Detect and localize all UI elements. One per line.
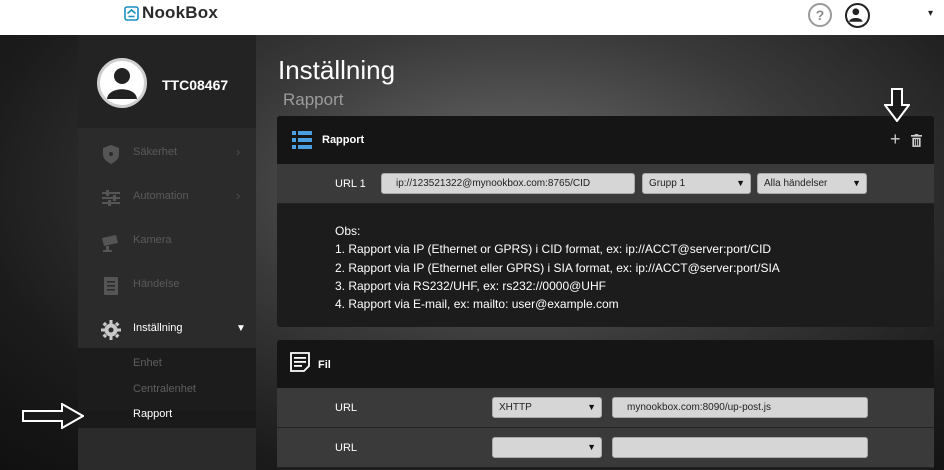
sub-nav: Enhet Centralenhet Rapport [78, 348, 256, 428]
chevron-down-icon[interactable]: ▾ [928, 8, 933, 19]
sub-item-enhet[interactable]: Enhet [133, 357, 162, 369]
notes-heading: Obs: [335, 224, 361, 238]
fil-panel-header: Fil [277, 340, 934, 388]
group-select[interactable]: Grupp 1 ▼ [642, 173, 751, 194]
sidebar-item-label: Säkerhet [133, 146, 178, 158]
chevron-down-icon: ▼ [587, 442, 596, 452]
trash-icon[interactable] [911, 134, 922, 147]
sidebar-item-kamera[interactable]: Kamera [78, 220, 256, 264]
fil-panel-title: Fil [318, 359, 331, 371]
notes-line: 3. Rapport via RS232/UHF, ex: rs232://00… [335, 278, 606, 293]
profile-card: TTC08467 [78, 35, 256, 128]
url-input[interactable]: ip://123521322@mynookbox.com:8765/CID [381, 173, 635, 194]
shield-icon [103, 145, 119, 164]
user-icon [107, 68, 137, 99]
help-button[interactable]: ? [808, 3, 832, 27]
sidebar-item-automation[interactable]: Automation › [78, 176, 256, 220]
method-select[interactable]: XHTTP ▼ [492, 397, 602, 418]
event-select-value: Alla händelser [764, 178, 828, 189]
arrow-down-icon [884, 88, 910, 122]
page-title: Inställning [278, 55, 396, 85]
add-button[interactable]: + [890, 129, 901, 150]
url-label: URL [335, 442, 358, 454]
list-icon [104, 277, 118, 295]
url-input[interactable]: mynookbox.com:8090/up-post.js [612, 397, 868, 418]
brand-name: NookBox [142, 3, 219, 22]
document-icon [290, 352, 310, 372]
rapport-panel: Rapport + URL 1 ip://123521322@mynookbox… [277, 116, 934, 327]
user-icon [849, 8, 863, 22]
method-select[interactable]: ▼ [492, 437, 602, 458]
sub-item-centralenhet[interactable]: Centralenhet [133, 383, 196, 395]
fil-url-row: URL XHTTP ▼ mynookbox.com:8090/up-post.j… [277, 388, 934, 428]
sub-item-rapport[interactable]: Rapport [133, 408, 172, 420]
brand-logo[interactable]: NookBox [124, 3, 218, 23]
notes-line: 4. Rapport via E-mail, ex: mailto: user@… [335, 297, 619, 312]
sidebar-item-label: Inställning [133, 322, 183, 334]
url-label: URL 1 [335, 178, 366, 190]
rapport-panel-title: Rapport [322, 134, 365, 146]
sidebar-item-handelse[interactable]: Händelse [78, 264, 256, 308]
url-input[interactable] [612, 437, 868, 458]
sidebar-item-label: Automation [133, 190, 189, 202]
rapport-panel-header: Rapport + [277, 116, 934, 164]
sliders-icon [102, 190, 120, 206]
camera-icon [102, 235, 118, 252]
page-subtitle: Rapport [283, 90, 344, 109]
notes-line: 1. Rapport via IP (Ethernet or GPRS) i C… [335, 242, 772, 257]
username: TTC08467 [162, 77, 229, 93]
sidebar-item-sakerhet[interactable]: Säkerhet › [78, 132, 256, 176]
chevron-down-icon: ▼ [587, 402, 596, 412]
notes-line: 2. Rapport via IP (Ethernet eller GPRS) … [335, 260, 780, 275]
chevron-down-icon: ▼ [736, 178, 745, 188]
gear-icon [101, 320, 121, 340]
avatar [97, 58, 147, 108]
chevron-right-icon: › [236, 188, 241, 203]
sidebar-item-label: Kamera [133, 234, 172, 246]
chevron-right-icon: › [236, 144, 241, 159]
url-row: URL 1 ip://123521322@mynookbox.com:8765/… [277, 164, 934, 204]
notes-text: Obs: 1. Rapport via IP (Ethernet or GPRS… [335, 222, 780, 313]
sidebar-item-installning[interactable]: Inställning ▼ [78, 308, 256, 352]
fil-panel: Fil URL XHTTP ▼ mynookbox.com:8090/up-po… [277, 340, 934, 470]
top-bar: NookBox ? ▾ [0, 0, 944, 35]
arrow-right-icon [22, 403, 84, 429]
sidebar: TTC08467 Säkerhet › Automation › Kamera [78, 35, 256, 470]
sidebar-item-label: Händelse [133, 278, 180, 290]
chevron-down-icon: ▼ [236, 323, 246, 334]
user-avatar-button[interactable] [845, 3, 870, 28]
url-label: URL [335, 402, 358, 414]
chevron-down-icon: ▼ [852, 178, 861, 188]
fil-url-row: URL ▼ [277, 428, 934, 468]
house-icon [124, 5, 139, 21]
list-icon [292, 131, 312, 149]
method-select-value: XHTTP [499, 402, 532, 413]
group-select-value: Grupp 1 [649, 178, 686, 189]
event-select[interactable]: Alla händelser ▼ [757, 173, 867, 194]
